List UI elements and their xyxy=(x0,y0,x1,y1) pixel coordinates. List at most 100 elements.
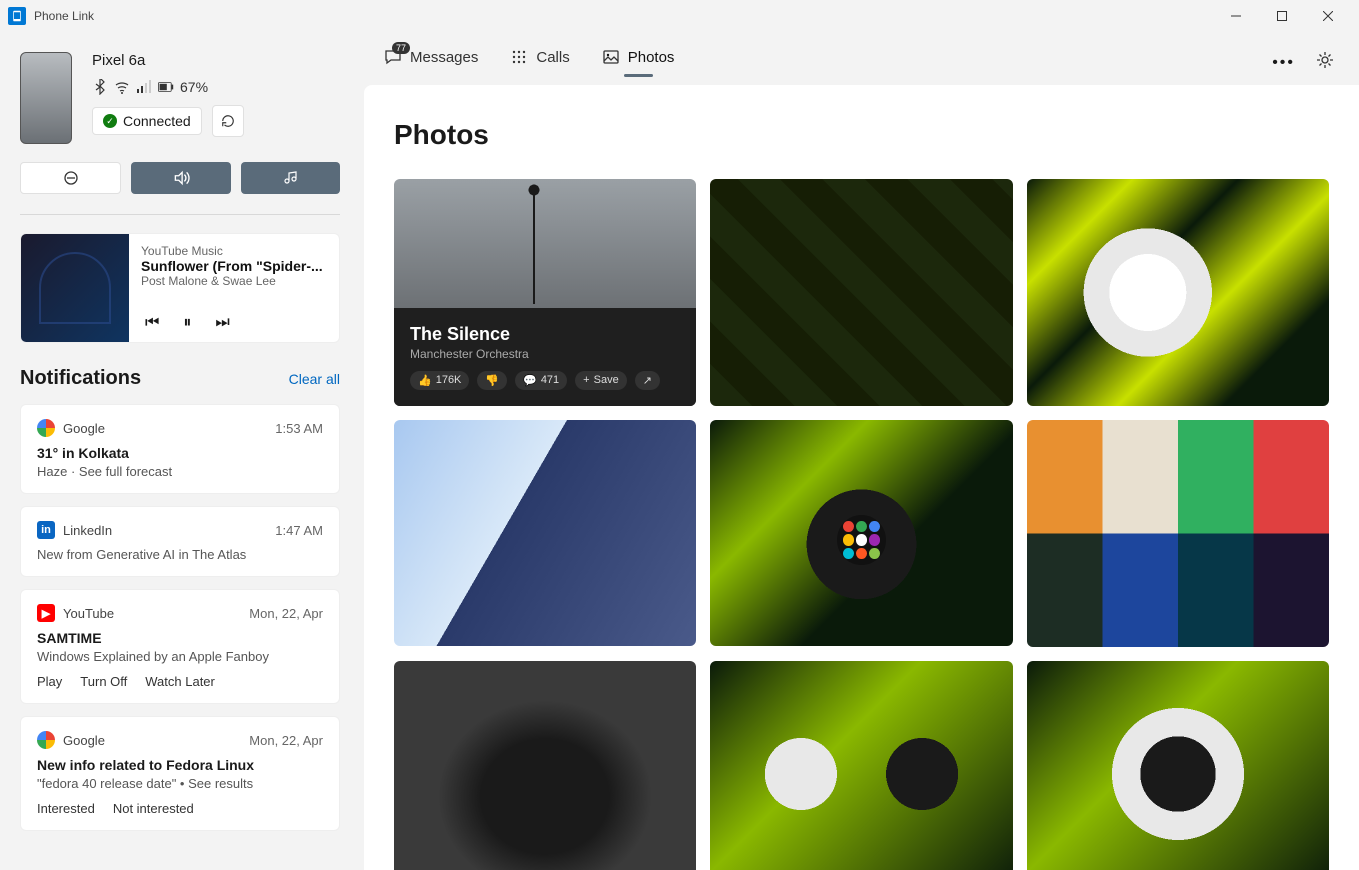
notif-heading: 31° in Kolkata xyxy=(37,445,323,461)
minimize-button[interactable] xyxy=(1213,0,1259,32)
divider xyxy=(20,214,340,215)
previous-track-button[interactable]: ⏮ xyxy=(145,314,159,332)
volume-icon xyxy=(172,169,190,187)
tab-messages-label: Messages xyxy=(410,49,478,66)
photos-icon xyxy=(602,48,620,66)
battery-percent: 67% xyxy=(180,79,208,95)
wifi-icon xyxy=(114,79,130,95)
connection-status[interactable]: ✓ Connected xyxy=(92,107,202,135)
app-title: Phone Link xyxy=(34,9,94,23)
photo-item[interactable] xyxy=(1027,420,1329,647)
photo-overlay-title: The Silence xyxy=(410,324,680,345)
photo-grid: The Silence Manchester Orchestra 👍 176K … xyxy=(394,179,1329,870)
google-icon xyxy=(37,731,55,749)
photo-item[interactable] xyxy=(710,179,1012,406)
device-thumbnail[interactable] xyxy=(20,52,72,144)
content-area: Photos The Silence Manchester Orchestra … xyxy=(364,85,1359,870)
dislike-chip: 👎 xyxy=(477,371,507,390)
youtube-icon: ▶ xyxy=(37,604,55,622)
media-app-name: YouTube Music xyxy=(141,244,327,258)
notif-time: 1:47 AM xyxy=(275,523,323,538)
do-not-disturb-button[interactable] xyxy=(20,162,121,194)
titlebar: Phone Link xyxy=(0,0,1359,32)
photo-item[interactable] xyxy=(394,420,696,647)
dnd-icon xyxy=(63,170,79,186)
photo-overlay-subtitle: Manchester Orchestra xyxy=(410,347,680,361)
tab-calls-label: Calls xyxy=(536,49,569,66)
tab-messages[interactable]: 77 Messages xyxy=(384,48,478,77)
app-icon xyxy=(8,7,26,25)
album-art xyxy=(21,234,129,342)
device-status-icons: 67% xyxy=(92,79,340,95)
notif-body: Haze · See full forecast xyxy=(37,464,323,479)
tab-calls[interactable]: Calls xyxy=(510,48,569,77)
photo-item[interactable]: The Silence Manchester Orchestra 👍 176K … xyxy=(394,179,696,406)
notif-action[interactable]: Turn Off xyxy=(80,674,127,689)
photo-item[interactable] xyxy=(394,661,696,870)
notif-app-name: Google xyxy=(63,421,105,436)
more-button[interactable]: ••• xyxy=(1272,54,1295,72)
device-section: Pixel 6a 67% ✓ Connected xyxy=(20,52,340,144)
pause-button[interactable]: ⏸ xyxy=(183,314,191,332)
notif-heading: New info related to Fedora Linux xyxy=(37,757,323,773)
bluetooth-icon xyxy=(92,79,108,95)
signal-icon xyxy=(136,79,152,95)
linkedin-icon: in xyxy=(37,521,55,539)
notif-action[interactable]: Play xyxy=(37,674,62,689)
media-artist: Post Malone & Swae Lee xyxy=(141,274,327,288)
notif-action[interactable]: Interested xyxy=(37,801,95,816)
sidebar: Pixel 6a 67% ✓ Connected xyxy=(0,32,360,870)
page-title: Photos xyxy=(394,119,1329,151)
messages-badge: 77 xyxy=(392,42,410,54)
likes-chip: 👍 176K xyxy=(410,371,469,390)
notif-app-name: Google xyxy=(63,733,105,748)
tab-photos[interactable]: Photos xyxy=(602,48,675,77)
notif-time: Mon, 22, Apr xyxy=(249,606,323,621)
photo-item[interactable] xyxy=(1027,661,1329,870)
notification-card[interactable]: ▶ YouTube Mon, 22, Apr SAMTIME Windows Expla… xyxy=(20,589,340,704)
next-track-button[interactable]: ⏭ xyxy=(215,314,229,332)
notif-body: "fedora 40 release date" • See results xyxy=(37,776,323,791)
photo-item[interactable] xyxy=(710,420,1012,647)
notif-app-name: YouTube xyxy=(63,606,114,621)
tab-photos-label: Photos xyxy=(628,49,675,66)
notifications-heading: Notifications xyxy=(20,367,141,390)
notif-action[interactable]: Watch Later xyxy=(145,674,215,689)
clear-all-button[interactable]: Clear all xyxy=(289,371,340,387)
quick-actions xyxy=(20,162,340,194)
google-icon xyxy=(37,419,55,437)
comments-chip: 💬 471 xyxy=(515,371,567,390)
battery-icon xyxy=(158,79,174,95)
maximize-button[interactable] xyxy=(1259,0,1305,32)
notification-card[interactable]: in LinkedIn 1:47 AM New from Generative AI … xyxy=(20,506,340,577)
photo-item[interactable] xyxy=(710,661,1012,870)
settings-button[interactable] xyxy=(1315,50,1335,75)
refresh-button[interactable] xyxy=(212,105,244,137)
music-icon xyxy=(282,170,298,186)
save-chip: + Save xyxy=(575,371,627,390)
media-card[interactable]: YouTube Music Sunflower (From "Spider-..… xyxy=(20,233,340,343)
notif-app-name: LinkedIn xyxy=(63,523,112,538)
connected-check-icon: ✓ xyxy=(103,114,117,128)
top-nav: 77 Messages Calls Photos ••• xyxy=(360,32,1359,85)
notif-body: Windows Explained by an Apple Fanboy xyxy=(37,649,323,664)
connection-label: Connected xyxy=(123,113,191,129)
notification-card[interactable]: Google Mon, 22, Apr New info related to Fe… xyxy=(20,716,340,831)
dialpad-icon xyxy=(510,48,528,66)
notification-card[interactable]: Google 1:53 AM 31° in Kolkata Haze · See fu… xyxy=(20,404,340,494)
close-button[interactable] xyxy=(1305,0,1351,32)
volume-button[interactable] xyxy=(131,162,230,194)
gear-icon xyxy=(1315,50,1335,70)
notif-body: New from Generative AI in The Atlas xyxy=(37,547,323,562)
share-chip: ↗ xyxy=(635,371,660,390)
notif-heading: SAMTIME xyxy=(37,630,323,646)
notif-time: Mon, 22, Apr xyxy=(249,733,323,748)
notif-time: 1:53 AM xyxy=(275,421,323,436)
media-title: Sunflower (From "Spider-... xyxy=(141,258,327,274)
notif-action[interactable]: Not interested xyxy=(113,801,194,816)
photo-item[interactable] xyxy=(1027,179,1329,406)
refresh-icon xyxy=(221,114,235,128)
device-name: Pixel 6a xyxy=(92,52,340,69)
messages-icon: 77 xyxy=(384,48,402,66)
music-button[interactable] xyxy=(241,162,340,194)
